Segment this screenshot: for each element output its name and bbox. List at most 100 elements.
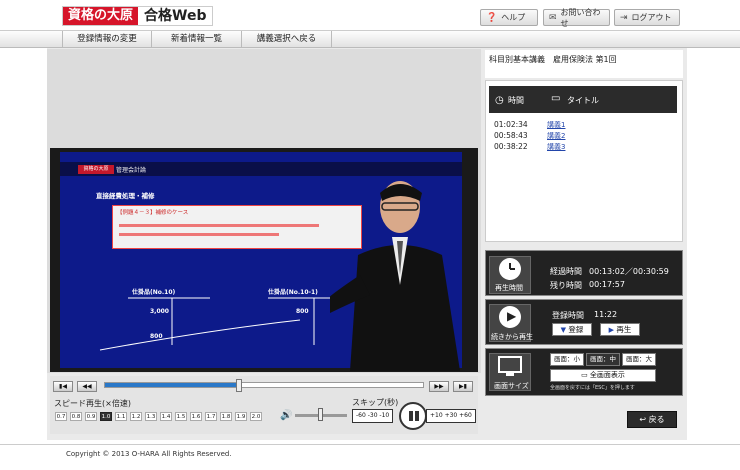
speed-option[interactable]: 1.2 [130,412,142,421]
logout-icon: ⇥ [620,12,628,23]
slide-logo: 資格の大原 [78,165,114,174]
speed-option[interactable]: 0.8 [70,412,82,421]
speed-label: スピード再生(×倍速) [54,399,131,408]
col-time: 時間 [508,96,524,105]
course-title: 科目別基本講義 雇用保険法 第1回 [485,50,683,78]
elapsed-value: 00:13:02／00:30:59 [589,267,669,276]
seek-progress [105,383,239,387]
contact-label: お問い合わせ [560,7,601,28]
skip-back-buttons[interactable]: -60 -30 -10 [352,409,394,423]
help-button[interactable]: ❓ ヘルプ [480,9,538,26]
speed-option[interactable]: 1.7 [205,412,217,421]
chapter-time: 00:58:43 [494,131,528,140]
speed-option[interactable]: 1.8 [220,412,232,421]
register-label: 登録 [568,325,584,334]
screen-large-button[interactable]: 画面：大 [622,353,656,366]
slide-example-box: 【例題４－３】補修のケース [112,205,362,249]
chapter-time: 00:38:22 [494,142,528,151]
seek-bar[interactable] [104,379,424,392]
skip-start-button[interactable]: ▮◀ [53,381,73,392]
reg-time-value: 11:22 [594,310,618,319]
speed-option[interactable]: 1.3 [145,412,157,421]
rewind-button[interactable]: ◀◀ [77,381,97,392]
chapter-link[interactable]: 講義3 [547,143,565,151]
remaining-label: 残り時間 [550,281,582,290]
contact-button[interactable]: ✉ お問い合わせ [543,7,610,28]
help-label: ヘルプ [501,13,526,22]
speed-option[interactable]: 1.6 [190,412,202,421]
logo-web: 合格Web [138,7,213,25]
speed-option[interactable]: 1.9 [235,412,247,421]
speed-option[interactable]: 1.0 [100,412,112,421]
header: 資格の大原 合格Web ❓ ヘルプ ✉ お問い合わせ ⇥ ログアウト [0,0,740,30]
chapter-time: 01:02:34 [494,120,528,129]
resume-play-label: 再生 [616,325,632,334]
seek-thumb[interactable] [235,379,242,392]
chapter-list-header: ◷ 時間 ▭ タイトル [489,86,677,113]
logo-school: 資格の大原 [63,7,139,25]
fullscreen-button[interactable]: ▭ 全画面表示 [550,369,656,382]
chapter-row: 講義1 [547,120,565,130]
return-arrow-icon: ↩ [639,415,649,424]
fullscreen-note: 全画面を戻すには「ESC」を押します [550,385,635,391]
fast-forward-button[interactable]: ▶▶ [429,381,449,392]
logout-button[interactable]: ⇥ ログアウト [614,9,680,26]
help-icon: ❓ [486,12,498,23]
skip-forward-buttons[interactable]: +10 +30 +60 [426,409,476,423]
volume-thumb[interactable] [318,408,323,421]
back-button[interactable]: ↩ 戻る [627,411,677,428]
speed-option[interactable]: 1.5 [175,412,187,421]
monitor-icon [498,356,522,376]
playtime-label: 再生時間 [495,284,523,292]
nav-item-back-to-lectures[interactable]: 講義選択へ戻る [242,31,332,47]
clock-icon: ◷ [495,95,504,106]
chapter-row: 00:58:43 [494,131,528,140]
elapsed-label: 経過時間 [550,267,582,276]
pause-button[interactable] [399,402,427,430]
speech-bubble-icon: ▭ [551,93,561,104]
slide-heading: 直接経費処理・補修 [96,192,155,200]
chapter-row: 00:38:22 [494,142,528,151]
footer: Copyright © 2013 O-HARA All Rights Reser… [0,444,740,470]
register-button[interactable]: ▼ 登録 [552,323,592,336]
site-logo[interactable]: 資格の大原 合格Web [62,6,214,26]
reg-time-label: 登録時間 [552,311,584,320]
play-triangle-icon: ▶ [507,309,517,323]
slide-title: 管理会計論 [116,167,147,174]
fullscreen-icon: ▭ [581,371,590,379]
chapter-row: 講義3 [547,142,565,152]
nav-bar: 登録情報の変更 新着情報一覧 講義選択へ戻る [0,30,740,48]
speed-option[interactable]: 1.1 [115,412,127,421]
chapter-row: 講義2 [547,131,565,141]
speed-option[interactable]: 1.4 [160,412,172,421]
back-label: 戻る [648,415,665,424]
page: 資格の大原 合格Web ❓ ヘルプ ✉ お問い合わせ ⇥ ログアウト 登録情報の… [0,0,740,470]
chapter-link[interactable]: 講義2 [547,132,565,140]
slide-box-title: 【例題４－３】補修のケース [117,210,189,216]
register-icon: ▼ [560,326,566,334]
speed-option[interactable]: 0.9 [85,412,97,421]
play-icon: ▶ [608,326,614,334]
screen-size-label: 画面サイズ [494,382,529,390]
speed-option[interactable]: 0.7 [55,412,67,421]
speed-option[interactable]: 2.0 [250,412,262,421]
nav-item-profile[interactable]: 登録情報の変更 [62,31,152,47]
remaining-value: 00:17:57 [589,280,625,289]
col-title: タイトル [567,96,599,105]
logout-label: ログアウト [631,13,672,22]
lecturer-figure [330,181,460,371]
resume-play-button[interactable]: ▶ 再生 [600,323,640,336]
fullscreen-label: 全画面表示 [589,371,625,379]
chapter-link[interactable]: 講義1 [547,121,565,129]
screen-medium-button[interactable]: 画面：中 [586,353,620,366]
copyright: Copyright © 2013 O-HARA All Rights Reser… [66,450,232,458]
chapter-row: 01:02:34 [494,120,528,129]
volume-icon[interactable]: 🔊 [280,410,292,421]
screen-small-button[interactable]: 画面：小 [550,353,584,366]
slide-text-line [119,224,319,227]
resume-label: 続きから再生 [491,333,533,341]
mail-icon: ✉ [549,12,557,23]
skip-end-button[interactable]: ▶▮ [453,381,473,392]
skip-label: スキップ(秒) [352,398,399,407]
nav-item-news[interactable]: 新着情報一覧 [152,31,242,47]
